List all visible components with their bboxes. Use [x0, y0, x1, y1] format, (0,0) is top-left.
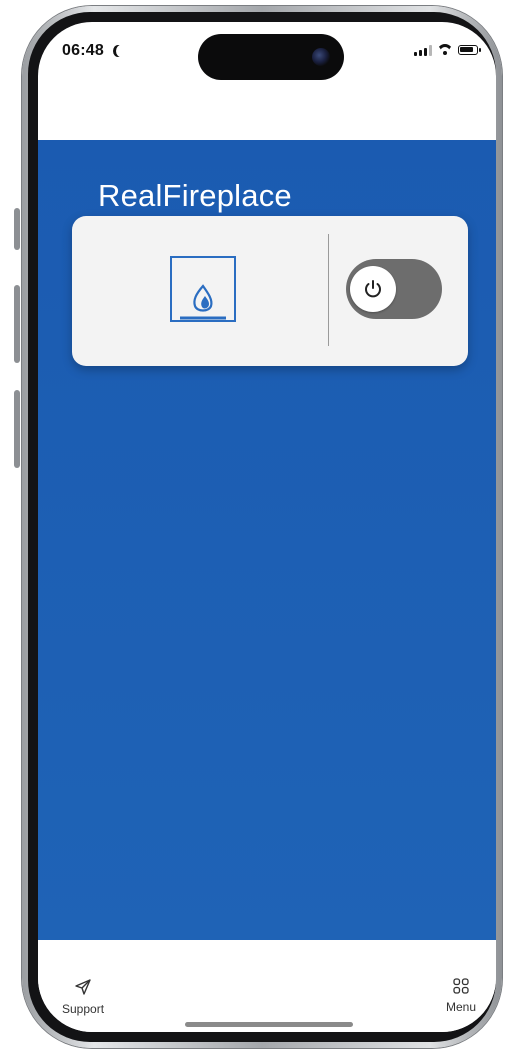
fireplace-flame-icon[interactable]: [170, 256, 236, 322]
nav-menu[interactable]: Menu: [446, 978, 476, 1014]
toggle-knob[interactable]: [350, 266, 396, 312]
camera-icon: [312, 48, 330, 66]
volume-up-button: [14, 285, 20, 363]
home-indicator[interactable]: [185, 1022, 353, 1027]
power-toggle[interactable]: [346, 259, 442, 319]
nav-support-label: Support: [62, 1002, 105, 1016]
wifi-icon: [437, 44, 453, 56]
status-time-text: 06:48: [62, 42, 104, 59]
bottom-nav: Support Menu: [38, 940, 496, 1032]
page-title: RealFireplace: [98, 178, 292, 213]
card-divider: [328, 234, 329, 346]
status-time: 06:48: [62, 42, 126, 60]
moon-icon: [116, 45, 126, 57]
phone-screen: 06:48 RealFireplace Support Menu: [38, 22, 496, 1032]
nav-support[interactable]: Support: [62, 978, 104, 1016]
nav-menu-label: Menu: [445, 1000, 476, 1014]
send-icon: [75, 979, 91, 995]
battery-icon: [458, 45, 481, 55]
power-icon: [365, 280, 381, 298]
grid-icon: [453, 978, 469, 994]
action-button: [14, 208, 20, 250]
volume-down-button: [14, 390, 20, 468]
device-card[interactable]: [72, 216, 468, 366]
status-icons: [414, 44, 481, 56]
dynamic-island: [198, 34, 344, 80]
app-main: RealFireplace: [38, 140, 496, 940]
signal-icon: [414, 44, 432, 56]
